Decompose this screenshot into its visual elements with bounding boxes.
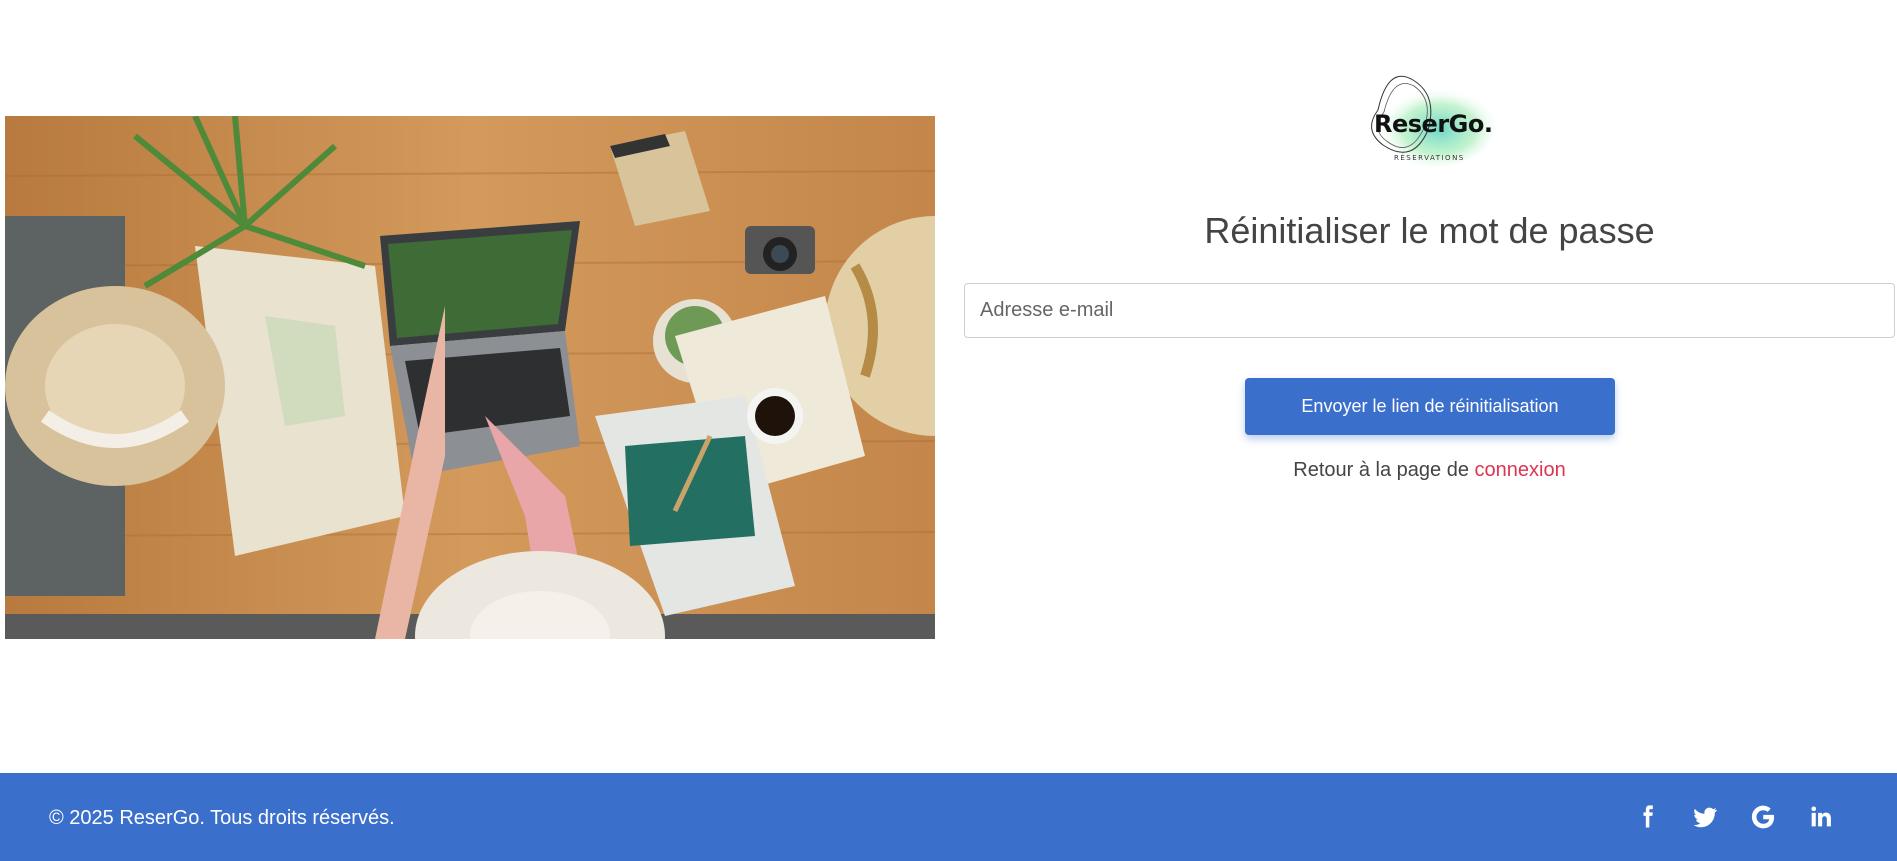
page-title: Réinitialiser le mot de passe: [1204, 210, 1655, 251]
google-icon[interactable]: [1749, 803, 1777, 831]
back-text: Retour à la page de: [1293, 459, 1475, 481]
send-reset-link-button[interactable]: Envoyer le lien de réinitialisation: [1245, 378, 1615, 435]
logo: ReserGo. RÉSERVATIONS: [1358, 70, 1500, 170]
logo-subtext: RÉSERVATIONS: [1394, 154, 1465, 162]
linkedin-icon[interactable]: [1807, 803, 1835, 831]
footer: © 2025 ReserGo. Tous droits réservés.: [0, 773, 1897, 861]
hero-image: [5, 116, 935, 639]
facebook-icon[interactable]: [1633, 803, 1661, 831]
login-link[interactable]: connexion: [1475, 459, 1566, 481]
twitter-icon[interactable]: [1691, 803, 1719, 831]
logo-text: ReserGo.: [1374, 110, 1493, 138]
copyright-text: © 2025 ReserGo. Tous droits réservés.: [49, 807, 395, 829]
travel-planning-photo-icon: [5, 116, 935, 639]
social-links: [1633, 803, 1835, 831]
email-field[interactable]: [964, 283, 1895, 338]
back-to-login-row: Retour à la page de connexion: [964, 459, 1895, 482]
